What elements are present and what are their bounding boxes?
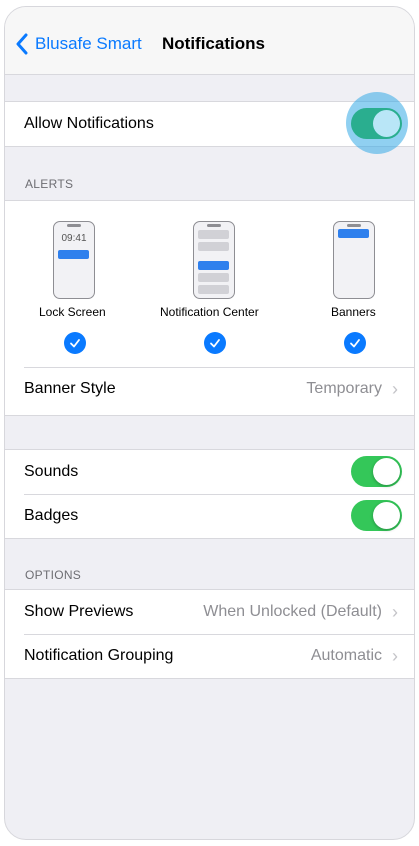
badges-row: Badges	[5, 494, 414, 538]
banners-check[interactable]	[344, 332, 366, 354]
navigation-bar: Blusafe Smart Notifications	[5, 7, 414, 75]
chevron-right-icon: ›	[392, 645, 398, 666]
toggle-knob	[373, 110, 400, 137]
show-previews-value: When Unlocked (Default)	[203, 603, 382, 620]
toggle-knob	[373, 502, 400, 529]
alerts-section-header: ALERTS	[25, 177, 74, 191]
banner-style-row[interactable]: Banner Style Temporary ›	[5, 367, 414, 411]
list-item-shape	[198, 230, 229, 239]
banner-style-label: Banner Style	[24, 380, 116, 397]
badges-toggle[interactable]	[351, 500, 402, 531]
banner-style-value-wrap: Temporary ›	[306, 379, 398, 400]
sounds-row: Sounds	[5, 450, 414, 494]
list-item-shape	[198, 285, 229, 294]
list-item-shape	[198, 242, 229, 251]
show-previews-row[interactable]: Show Previews When Unlocked (Default) ›	[5, 590, 414, 634]
lock-screen-check[interactable]	[64, 332, 86, 354]
back-button[interactable]: Blusafe Smart	[15, 33, 142, 55]
notification-banner-shape	[58, 250, 89, 259]
back-button-label: Blusafe Smart	[35, 34, 142, 53]
chevron-left-icon	[16, 33, 28, 55]
notification-center-label: Notification Center	[160, 305, 259, 319]
banners-preview[interactable]	[333, 221, 375, 299]
lock-screen-label: Lock Screen	[39, 305, 106, 319]
notification-grouping-value-wrap: Automatic ›	[311, 646, 398, 667]
checkmark-icon	[350, 339, 360, 348]
show-previews-label: Show Previews	[24, 603, 134, 620]
notification-center-check[interactable]	[204, 332, 226, 354]
notification-banner-shape	[338, 229, 369, 238]
badges-label: Badges	[24, 507, 79, 524]
list-item-shape	[198, 273, 229, 282]
lock-screen-preview[interactable]: 09:41	[53, 221, 95, 299]
phone-notch	[67, 224, 81, 227]
chevron-right-icon: ›	[392, 378, 398, 399]
phone-notch	[347, 224, 361, 227]
allow-notifications-label: Allow Notifications	[24, 115, 154, 132]
notification-banner-shape	[198, 261, 229, 270]
checkmark-icon	[210, 339, 220, 348]
banners-label: Banners	[331, 305, 376, 319]
notification-grouping-value: Automatic	[310, 647, 382, 664]
options-section-header: OPTIONS	[25, 568, 82, 582]
show-previews-value-wrap: When Unlocked (Default) ›	[203, 602, 398, 623]
notification-grouping-row[interactable]: Notification Grouping Automatic ›	[5, 634, 414, 678]
notification-center-preview[interactable]	[193, 221, 235, 299]
toggle-knob	[373, 458, 400, 485]
chevron-right-icon: ›	[392, 601, 398, 622]
page-title: Notifications	[162, 34, 265, 53]
alerts-group: 09:41 Lock Screen Notification Center Ba…	[5, 200, 414, 416]
notification-grouping-label: Notification Grouping	[24, 647, 174, 664]
lock-screen-time: 09:41	[61, 233, 87, 244]
settings-screen: Blusafe Smart Notifications Allow Notifi…	[4, 6, 415, 840]
checkmark-icon	[70, 339, 80, 348]
phone-notch	[207, 224, 221, 227]
sounds-label: Sounds	[24, 463, 79, 480]
options-group: Show Previews When Unlocked (Default) › …	[5, 589, 414, 679]
sounds-badges-group: Sounds Badges	[5, 449, 414, 539]
sounds-toggle[interactable]	[351, 456, 402, 487]
banner-style-value: Temporary	[306, 380, 382, 397]
allow-notifications-toggle[interactable]	[351, 108, 402, 139]
